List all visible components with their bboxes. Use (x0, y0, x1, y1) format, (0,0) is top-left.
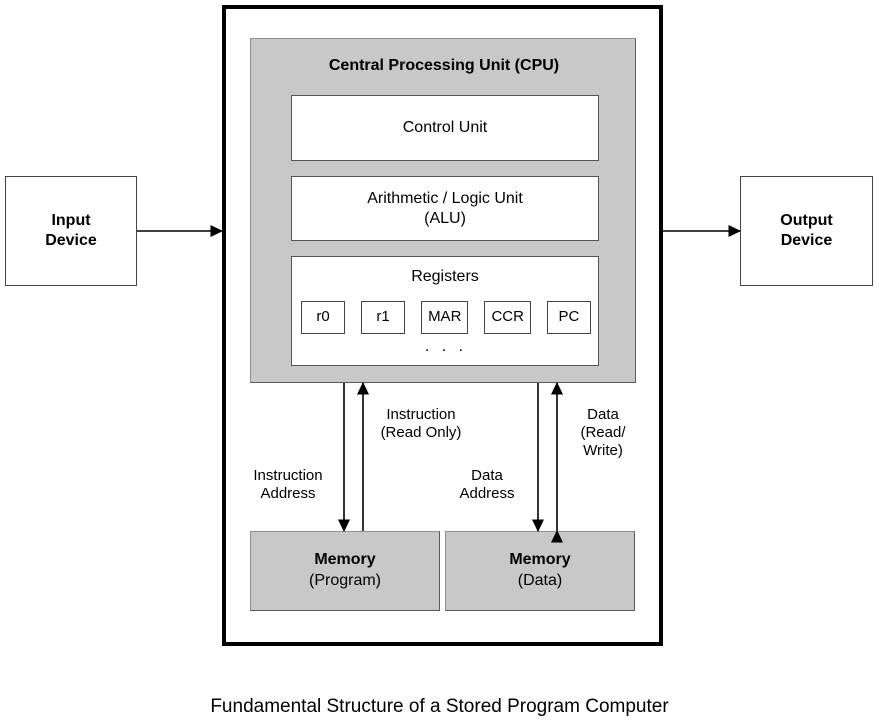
register-list: r0 r1 MAR CCR PC (301, 301, 591, 334)
register-cell-pc: PC (546, 301, 591, 334)
input-device-label-line2: Device (45, 232, 97, 249)
register-ellipsis: . . . (424, 338, 468, 355)
alu-label-line2: (ALU) (424, 209, 466, 227)
output-device-box: Output Device (740, 176, 873, 286)
memory-program-box: Memory (Program) (250, 531, 440, 611)
alu-box: Arithmetic / Logic Unit (ALU) (291, 176, 599, 241)
memory-data-box: Memory (Data) (445, 531, 635, 611)
registers-title: Registers (411, 268, 479, 285)
memory-program-title: Memory (314, 551, 376, 569)
diagram-caption: Fundamental Structure of a Stored Progra… (210, 696, 669, 717)
instruction-address-label: Instruction Address (253, 467, 323, 502)
register-cell-r1: r1 (361, 301, 406, 334)
diagram-canvas: Input Device Output Device Central Proce… (0, 0, 879, 725)
input-device-label-line1: Input (51, 212, 91, 230)
output-device-label-line1: Output (780, 212, 833, 230)
memory-program-subtitle: (Program) (308, 572, 381, 589)
control-unit-box: Control Unit (291, 95, 599, 161)
data-readwrite-label: Data (Read/ Write) (580, 406, 626, 459)
registers-box: Registers r0 r1 MAR CCR PC . . . (291, 256, 599, 366)
input-device-box: Input Device (5, 176, 137, 286)
memory-data-subtitle: (Data) (517, 572, 563, 589)
control-unit-label: Control Unit (402, 119, 488, 136)
data-address-label: Data Address (459, 467, 515, 502)
register-cell-ccr: CCR (484, 301, 531, 334)
instruction-read-label: Instruction (Read Only) (380, 406, 462, 441)
output-device-label-line2: Device (780, 232, 833, 249)
memory-data-title: Memory (509, 551, 571, 569)
register-cell-r0: r0 (301, 301, 345, 334)
register-cell-mar: MAR (421, 301, 469, 334)
cpu-panel: Central Processing Unit (CPU) Control Un… (250, 38, 636, 383)
alu-label-line1: Arithmetic / Logic Unit (367, 189, 523, 207)
cpu-title: Central Processing Unit (CPU) (328, 57, 560, 74)
